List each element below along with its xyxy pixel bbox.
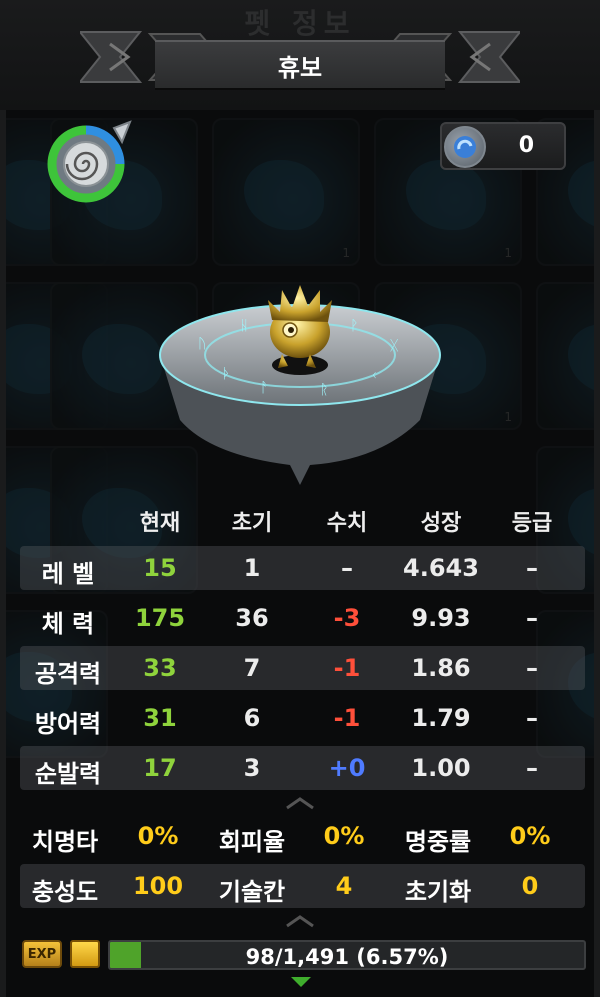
soul-orb-icon (444, 126, 486, 168)
svg-text:ᚺ: ᚺ (240, 318, 248, 334)
stat-initial: 7 (243, 654, 261, 682)
loyalty-label: 충성도 (31, 878, 99, 906)
stat-growth: 1.00 (411, 754, 471, 782)
stat-row-hp: 체 력 175 36 -3 9.93 – (0, 593, 600, 643)
col-header-grade: 등급 (511, 511, 553, 536)
currency-value: 0 (518, 133, 534, 158)
evasion-value: 0% (323, 822, 365, 850)
stat-current: 31 (143, 704, 177, 732)
stats-table: 현재 초기 수치 성장 등급 레 벨 15 1 – 4.643 – 체 력 17… (0, 495, 600, 793)
pet-pedestal: ᚢᚦ ᚨ ᚱ ᚲᚷ ᚹ ᚺ (159, 285, 441, 485)
stat-current: 15 (143, 554, 177, 582)
svg-text:ᚹ: ᚹ (350, 318, 358, 334)
stat-label: 순발력 (34, 760, 102, 788)
title-bar: 휴보 (155, 40, 445, 90)
chevron-divider-icon (286, 797, 314, 810)
exp-book-icon (70, 940, 100, 968)
skill-slots-label: 기술칸 (218, 878, 286, 906)
stat-diff: -1 (333, 654, 361, 682)
stat-row-defense: 방어력 31 6 -1 1.79 – (0, 693, 600, 743)
accuracy-value: 0% (509, 822, 551, 850)
svg-text:ᚷ: ᚷ (390, 338, 399, 354)
extra-stats-row-1: 치명타 0% 회피율 0% 명중률 0% (0, 812, 600, 860)
crit-label: 치명타 (31, 828, 99, 856)
stat-row-level: 레 벨 15 1 – 4.643 – (0, 543, 600, 593)
col-header-current: 현재 (139, 511, 181, 536)
page-title: 휴보 (277, 53, 323, 82)
exp-progress-bar: 98/1,491 (6.57%) (108, 940, 586, 970)
header: 펫 정보 휴보 (0, 0, 600, 110)
stat-initial: 3 (243, 754, 261, 782)
stat-label: 공격력 (34, 660, 102, 688)
exp-row: EXP 98/1,491 (6.57%) (0, 932, 600, 997)
reset-label: 초기화 (404, 878, 472, 906)
stat-diff: – (341, 554, 353, 582)
stat-growth: 1.79 (411, 704, 471, 732)
evasion-label: 회피율 (218, 828, 286, 856)
chevron-divider-icon (286, 915, 314, 928)
stat-grade: – (526, 654, 538, 682)
stats-header-row: 현재 초기 수치 성장 등급 (0, 495, 600, 543)
svg-text:ᚱ: ᚱ (320, 382, 328, 398)
currency-display: 0 (440, 122, 566, 170)
loyalty-value: 100 (132, 872, 184, 900)
stat-label: 레 벨 (41, 560, 95, 588)
svg-text:ᚨ: ᚨ (260, 380, 268, 396)
stat-label: 방어력 (34, 710, 102, 738)
stat-grade: – (526, 554, 538, 582)
crit-value: 0% (137, 822, 179, 850)
stat-diff: +0 (328, 754, 366, 782)
skill-slots-value: 4 (335, 872, 353, 900)
svg-text:ᚢ: ᚢ (198, 336, 206, 352)
exp-badge-icon: EXP (22, 940, 62, 968)
exp-text: 98/1,491 (6.57%) (245, 945, 449, 969)
stat-diff: -1 (333, 704, 361, 732)
stat-row-attack: 공격력 33 7 -1 1.86 – (0, 643, 600, 693)
accuracy-label: 명중률 (404, 828, 472, 856)
col-header-initial: 초기 (231, 511, 273, 536)
stat-grade: – (526, 704, 538, 732)
stat-growth: 4.643 (403, 554, 479, 582)
svg-text:ᚦ: ᚦ (222, 366, 230, 382)
stat-current: 175 (134, 604, 186, 632)
stat-initial: 1 (243, 554, 261, 582)
stat-initial: 36 (235, 604, 269, 632)
stat-label: 체 력 (41, 610, 95, 638)
stat-grade: – (526, 604, 538, 632)
col-header-growth: 성장 (420, 511, 462, 536)
stat-diff: -3 (333, 604, 361, 632)
col-header-diff: 수치 (326, 511, 368, 536)
svg-text:ᚲ: ᚲ (370, 368, 378, 384)
stat-initial: 6 (243, 704, 261, 732)
wind-element-icon (47, 120, 132, 203)
reset-value: 0 (521, 872, 539, 900)
stat-growth: 9.93 (411, 604, 471, 632)
stat-current: 33 (143, 654, 177, 682)
stat-grade: – (526, 754, 538, 782)
stat-growth: 1.86 (411, 654, 471, 682)
expand-arrow-icon[interactable] (290, 976, 312, 988)
stat-row-agility: 순발력 17 3 +0 1.00 – (0, 743, 600, 793)
stat-current: 17 (143, 754, 177, 782)
extra-stats-row-2: 충성도 100 기술칸 4 초기화 0 (0, 862, 600, 910)
